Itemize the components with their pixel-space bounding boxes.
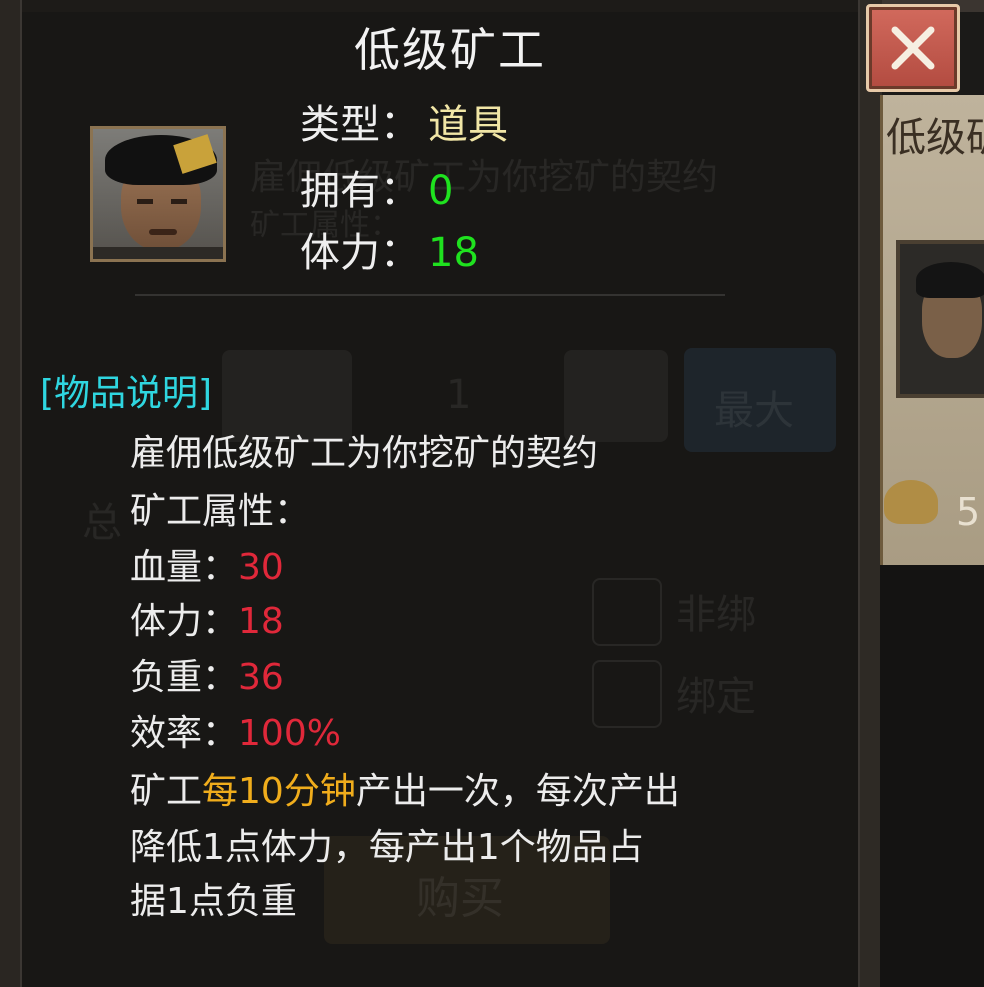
section-title-item-description: [物品说明] [40,373,213,414]
attr-type-label: 类型 [300,102,380,148]
gold-ingot-icon [884,480,938,524]
stat-load-label: 负重 [130,657,203,698]
close-button[interactable] [866,4,960,92]
attr-type: 类型： 道具 [300,92,508,150]
attr-owned-label: 拥有 [300,168,380,214]
note-highlight: 每10分钟 [202,771,356,812]
stat-efficiency-value: 100% [238,713,341,754]
attr-stamina-sep: ： [380,230,420,276]
note-line-1: 矿工每10分钟产出一次，每次产出 [130,762,680,814]
background-item-title: 低级矿 [886,115,984,161]
stat-hp-value: 30 [238,547,284,588]
stat-hp-label: 血量 [130,547,203,588]
miner-portrait [90,126,226,262]
attr-type-sep: ： [380,102,420,148]
stat-load-sep: ： [202,657,239,698]
stat-stamina-sep: ： [202,601,239,642]
stat-hp-sep: ： [202,547,239,588]
background-gold-amount: 5 [956,490,981,534]
background-right-strip [860,0,882,987]
ghost-bound-checkbox [592,660,662,728]
background-lower-panel [880,565,984,987]
stat-hp: 血量：30 [130,538,284,590]
item-description: 雇佣低级矿工为你挖矿的契约 [130,433,599,474]
stat-stamina-label: 体力 [130,601,203,642]
note-line-3: 据1点负重 [130,881,297,922]
ghost-bound-label: 绑定 [676,674,756,720]
stat-efficiency: 效率：100% [130,704,341,756]
ghost-max-label: 最大 [714,388,794,434]
stat-stamina-value: 18 [238,601,284,642]
item-title: 低级矿工 [354,23,546,77]
background-item-portrait [896,240,984,398]
attr-stamina-label: 体力 [300,230,380,276]
stat-stamina: 体力：18 [130,592,284,644]
attr-owned-value: 0 [428,168,454,214]
ghost-buy-label: 购买 [416,873,504,924]
ghost-quantity: 1 [446,372,472,418]
attr-owned-sep: ： [380,168,420,214]
stat-efficiency-sep: ： [202,713,239,754]
note-prefix: 矿工 [130,771,203,812]
attr-type-value: 道具 [428,102,508,148]
divider [135,294,725,296]
ghost-unbound-checkbox [592,578,662,646]
miner-attr-header: 矿工属性： [130,491,311,532]
attr-stamina-value: 18 [428,230,479,276]
ghost-total-label: 总 [82,500,122,546]
stat-load-value: 36 [238,657,284,698]
close-x-icon [891,26,935,70]
note-line-2: 降低1点体力，每产出1个物品占 [130,827,644,868]
ghost-unbound-label: 非绑 [676,592,756,638]
stat-efficiency-label: 效率 [130,713,203,754]
attr-owned: 拥有： 0 [300,158,453,216]
attr-stamina: 体力： 18 [300,220,479,278]
background-left-strip [0,0,20,987]
note-suffix: 产出一次，每次产出 [355,771,680,812]
stat-load: 负重：36 [130,648,284,700]
